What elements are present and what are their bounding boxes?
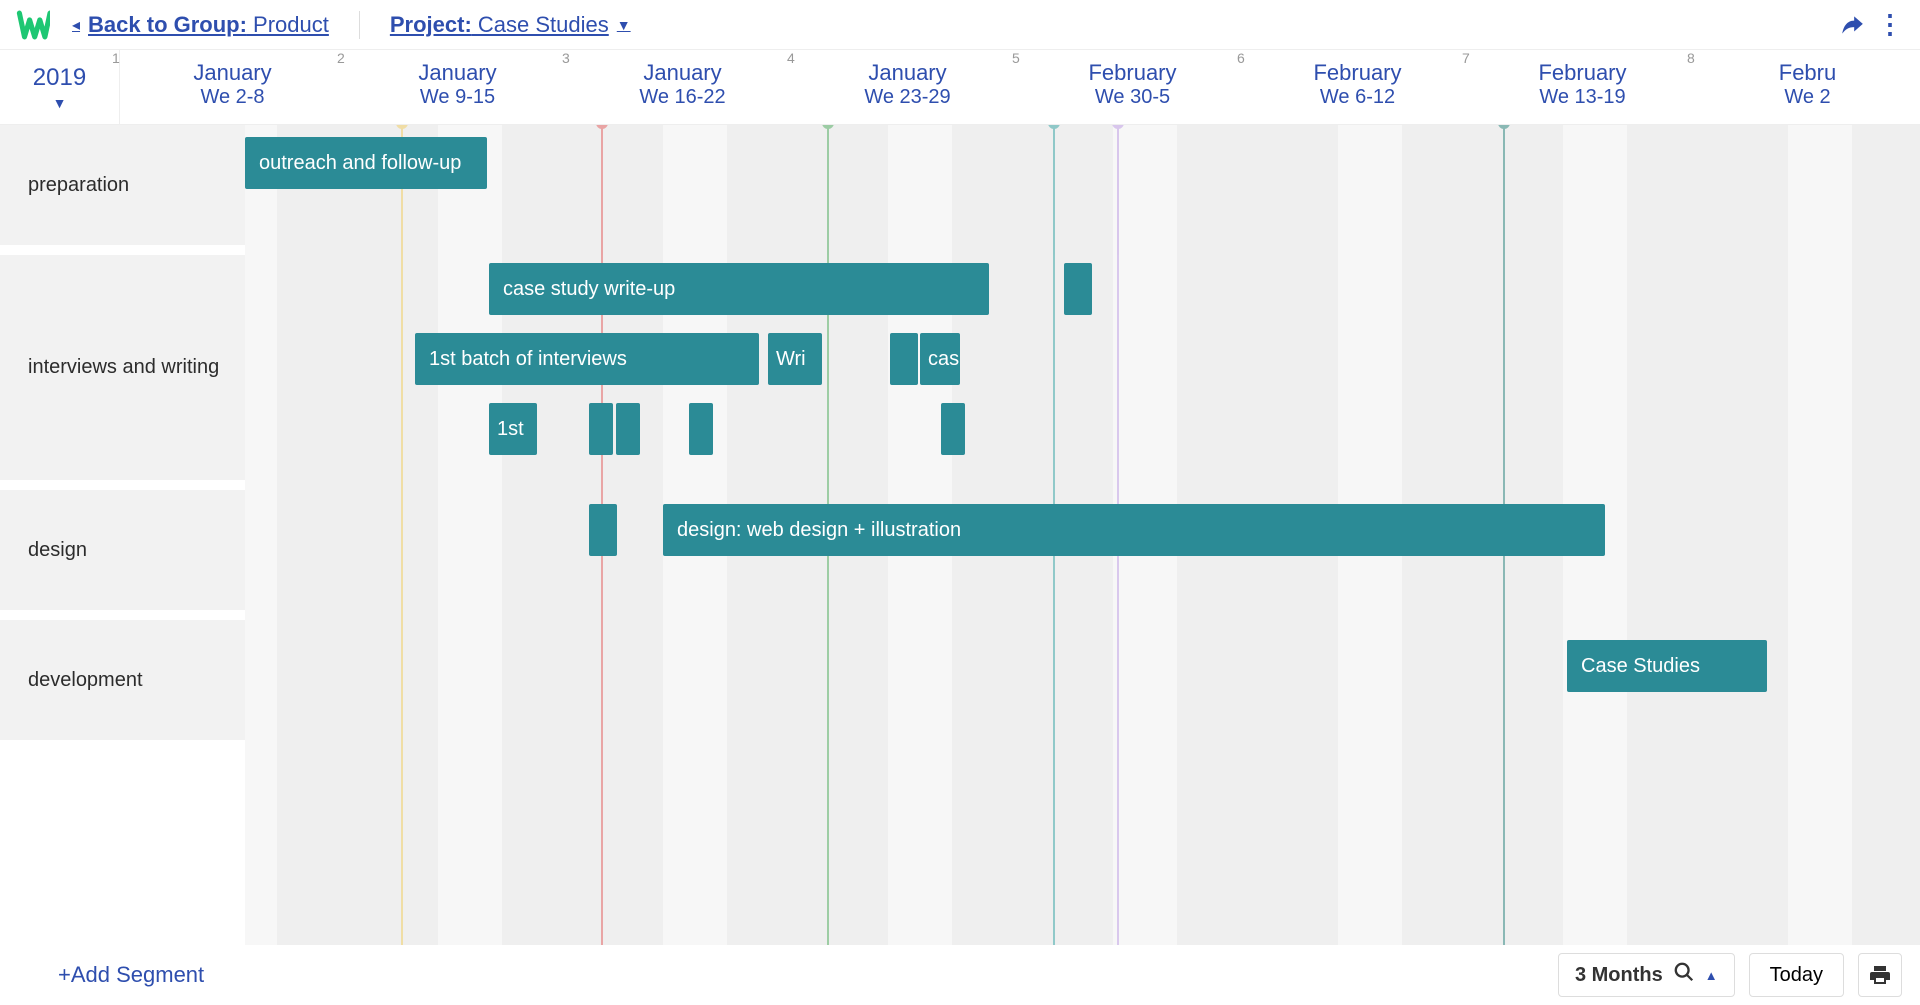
- week-number: 6: [1237, 50, 1245, 66]
- week-number: 3: [562, 50, 570, 66]
- lane-interviewsandwriting: case study write-up 1st batch of intervie…: [245, 255, 1920, 490]
- week-range: We 9-15: [345, 86, 570, 109]
- segment-row-interviewsandwriting[interactable]: interviews and writing: [0, 255, 245, 490]
- segment-row-development[interactable]: development: [0, 620, 245, 750]
- week-column[interactable]: 7 February We 13-19: [1470, 50, 1695, 124]
- gantt-bar[interactable]: outreach and follow-up: [245, 137, 487, 189]
- gantt-bar[interactable]: [689, 403, 713, 455]
- project-lead: Project:: [390, 12, 472, 37]
- gantt-bar[interactable]: [941, 403, 965, 455]
- share-icon[interactable]: [1838, 11, 1866, 39]
- weeks-header: 1 January We 2-82 January We 9-153 Janua…: [120, 50, 1920, 124]
- week-number: 5: [1012, 50, 1020, 66]
- week-month: Febru: [1695, 60, 1920, 86]
- week-month: January: [570, 60, 795, 86]
- week-range: We 16-22: [570, 86, 795, 109]
- week-column[interactable]: 1 January We 2-8: [120, 50, 345, 124]
- week-range: We 13-19: [1470, 86, 1695, 109]
- gantt-bar[interactable]: [890, 333, 918, 385]
- week-range: We 23-29: [795, 86, 1020, 109]
- timeline-area: preparationinterviews and writingdesignd…: [0, 125, 1920, 945]
- more-menu-icon[interactable]: ⋮: [1876, 11, 1904, 39]
- week-column[interactable]: 6 February We 6-12: [1245, 50, 1470, 124]
- gantt-bar[interactable]: Case Studies: [1567, 640, 1767, 692]
- week-month: January: [795, 60, 1020, 86]
- gantt-bar[interactable]: [616, 403, 640, 455]
- segment-row-design[interactable]: design: [0, 490, 245, 620]
- gantt-bar[interactable]: [589, 504, 617, 556]
- week-month: February: [1470, 60, 1695, 86]
- chevron-down-icon: ▼: [53, 95, 67, 111]
- back-to-group-link[interactable]: ◂ Back to Group: Product: [72, 12, 329, 38]
- topbar: ◂ Back to Group: Product Project: Case S…: [0, 0, 1920, 50]
- segment-row-preparation[interactable]: preparation: [0, 125, 245, 255]
- project-tail: Case Studies: [472, 12, 609, 37]
- year-label: 2019: [33, 64, 86, 92]
- back-tail: Product: [247, 12, 329, 37]
- week-number: 7: [1462, 50, 1470, 66]
- week-number: 8: [1687, 50, 1695, 66]
- week-column[interactable]: 4 January We 23-29: [795, 50, 1020, 124]
- gantt-bar[interactable]: 1st: [489, 403, 537, 455]
- gantt-chart[interactable]: outreach and follow-up case study write-u…: [245, 125, 1920, 945]
- zoom-label: 3 Months: [1575, 964, 1663, 987]
- chevron-down-icon: ▼: [617, 17, 631, 33]
- add-segment-button[interactable]: +Add Segment: [18, 962, 204, 988]
- breadcrumb: ◂ Back to Group: Product Project: Case S…: [72, 11, 631, 39]
- week-month: February: [1245, 60, 1470, 86]
- breadcrumb-separator: [359, 11, 360, 39]
- zoom-selector[interactable]: 3 Months ▲: [1558, 953, 1735, 997]
- week-number: 2: [337, 50, 345, 66]
- week-column[interactable]: 2 January We 9-15: [345, 50, 570, 124]
- week-range: We 30-5: [1020, 86, 1245, 109]
- week-number: 1: [112, 50, 120, 66]
- lane-development: Case Studies: [245, 620, 1920, 750]
- gantt-bar[interactable]: design: web design + illustration: [663, 504, 1605, 556]
- back-lead: Back to Group:: [88, 12, 247, 37]
- segments-column: preparationinterviews and writingdesignd…: [0, 125, 245, 945]
- week-number: 4: [787, 50, 795, 66]
- year-selector[interactable]: 2019 ▼: [0, 50, 120, 124]
- gantt-bar[interactable]: case study write-up: [489, 263, 989, 315]
- project-dropdown[interactable]: Project: Case Studies ▼: [390, 12, 631, 38]
- chevron-up-icon: ▲: [1705, 968, 1718, 983]
- magnifier-icon: [1673, 961, 1695, 989]
- gantt-bar[interactable]: 1st batch of interviews: [415, 333, 759, 385]
- today-button[interactable]: Today: [1749, 953, 1844, 997]
- gantt-bar[interactable]: [589, 403, 613, 455]
- lane-preparation: outreach and follow-up: [245, 125, 1920, 255]
- bottombar: +Add Segment 3 Months ▲ Today: [0, 945, 1920, 1005]
- week-range: We 6-12: [1245, 86, 1470, 109]
- chevron-left-icon: ◂: [72, 15, 80, 35]
- print-button[interactable]: [1858, 953, 1902, 997]
- week-month: January: [345, 60, 570, 86]
- lane-design: design: web design + illustration: [245, 490, 1920, 620]
- week-month: February: [1020, 60, 1245, 86]
- gantt-bar[interactable]: [1064, 263, 1092, 315]
- gantt-bar[interactable]: Wri: [768, 333, 822, 385]
- week-month: January: [120, 60, 345, 86]
- calendar-header: 2019 ▼ 1 January We 2-82 January We 9-15…: [0, 50, 1920, 125]
- week-column[interactable]: 8 Febru We 2: [1695, 50, 1920, 124]
- app-logo[interactable]: [16, 8, 50, 42]
- gantt-bar[interactable]: cas: [920, 333, 960, 385]
- week-column[interactable]: 3 January We 16-22: [570, 50, 795, 124]
- week-range: We 2: [1695, 86, 1920, 109]
- week-column[interactable]: 5 February We 30-5: [1020, 50, 1245, 124]
- week-range: We 2-8: [120, 86, 345, 109]
